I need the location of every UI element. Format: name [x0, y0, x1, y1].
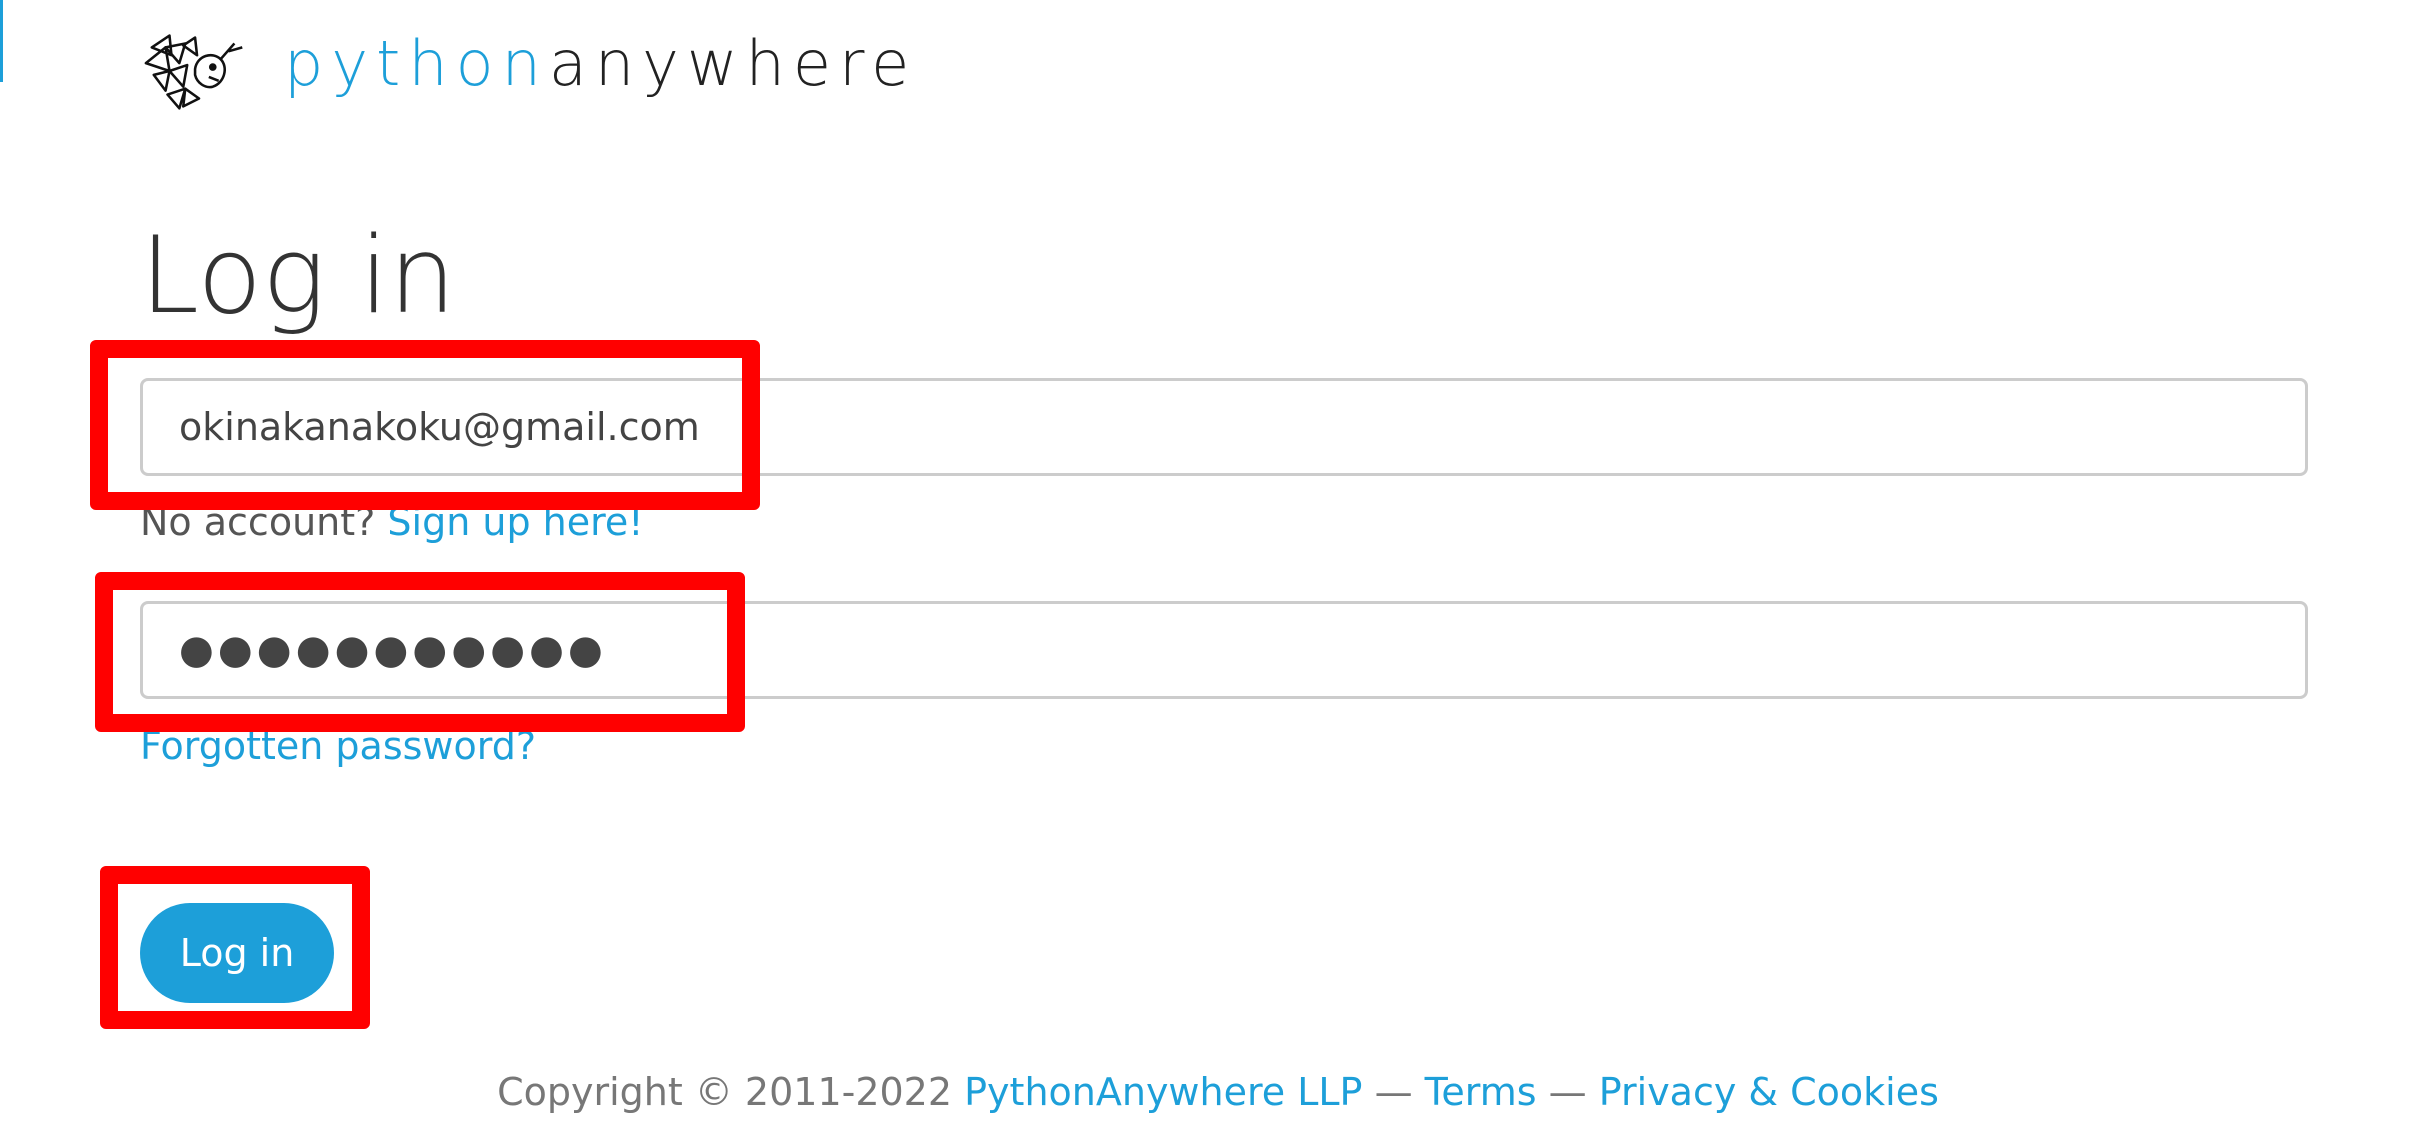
pythonanywhere-logo-icon — [144, 34, 243, 110]
login-button[interactable]: Log in — [140, 903, 334, 1003]
logo-word-python: python — [284, 27, 549, 100]
password-input[interactable] — [140, 601, 2308, 699]
site-logo[interactable]: pythonanywhere — [140, 22, 917, 118]
logo-word-anywhere: anywhere — [548, 27, 918, 100]
forgot-password-link[interactable]: Forgotten password? — [140, 724, 536, 768]
username-input[interactable] — [140, 378, 2308, 476]
page-title: Log in — [140, 214, 456, 337]
footer-separator: — — [1374, 1070, 1413, 1114]
no-account-text: No account? — [140, 500, 376, 544]
window-edge-marker — [0, 0, 3, 82]
company-link[interactable]: PythonAnywhere LLP — [964, 1070, 1362, 1114]
login-page: pythonanywhere Log in No account? Sign u… — [0, 0, 2436, 1125]
terms-link[interactable]: Terms — [1425, 1070, 1537, 1114]
privacy-link[interactable]: Privacy & Cookies — [1599, 1070, 1939, 1114]
signup-prompt: No account? Sign up here! — [140, 500, 644, 544]
logo-wordmark: pythonanywhere — [284, 33, 917, 107]
footer-separator: — — [1548, 1070, 1587, 1114]
signup-link[interactable]: Sign up here! — [387, 500, 643, 544]
page-footer: Copyright © 2011-2022 PythonAnywhere LLP… — [0, 1070, 2436, 1114]
copyright-text: Copyright © 2011-2022 — [497, 1070, 953, 1114]
forgot-password-row: Forgotten password? — [140, 724, 536, 768]
